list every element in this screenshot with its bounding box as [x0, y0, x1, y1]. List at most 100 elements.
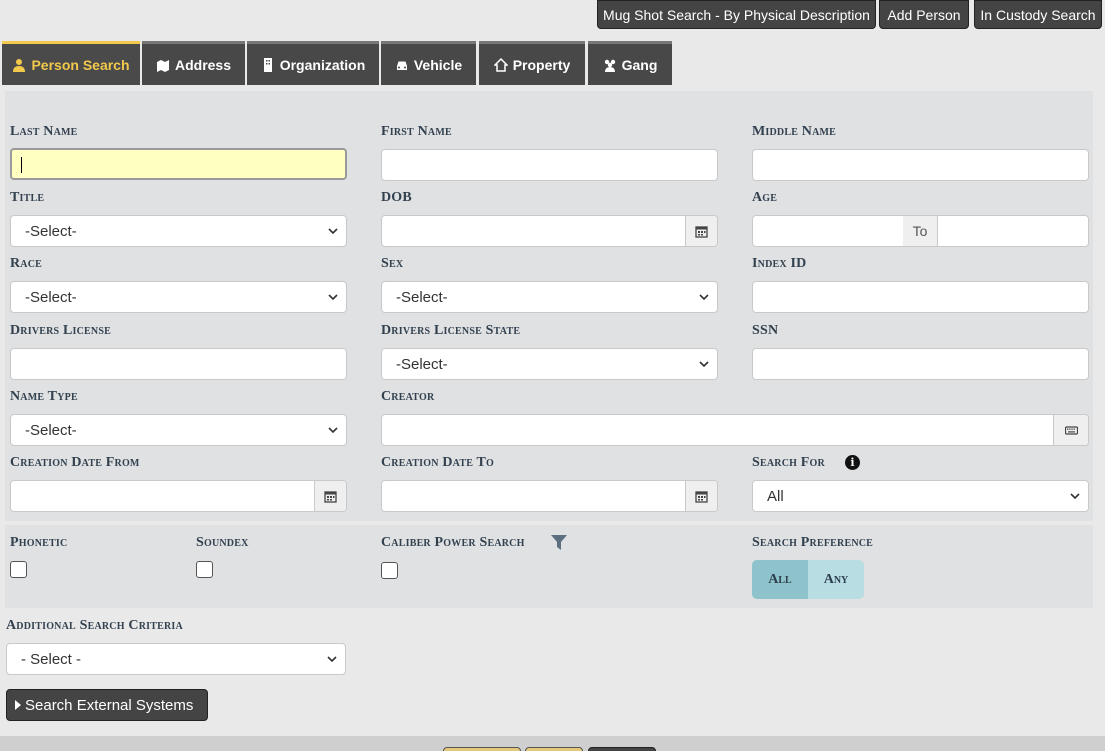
creator-label: Creator — [381, 389, 435, 404]
middle-name-input[interactable] — [752, 149, 1089, 181]
age-from-input[interactable] — [752, 215, 904, 247]
calendar-icon — [695, 490, 708, 503]
building-icon — [263, 57, 272, 72]
chevron-down-icon — [699, 294, 709, 301]
map-icon — [156, 59, 169, 72]
chevron-down-icon — [328, 427, 338, 434]
middle-name-label: Middle Name — [752, 124, 837, 139]
creation-date-to-calendar-button[interactable] — [685, 481, 717, 511]
tab-label: Vehicle — [413, 56, 463, 73]
search-for-select[interactable]: All — [752, 480, 1089, 512]
keyboard-icon — [1064, 425, 1078, 435]
creation-date-from-input[interactable] — [10, 480, 347, 512]
name-type-label: Name Type — [10, 389, 78, 404]
name-type-select-value: -Select- — [25, 421, 77, 439]
chevron-down-icon — [1070, 493, 1080, 500]
calendar-icon — [695, 225, 708, 238]
first-name-label: First Name — [381, 124, 452, 139]
chevron-down-icon — [328, 294, 338, 301]
sex-select[interactable]: -Select- — [381, 281, 718, 313]
additional-criteria-value: - Select - — [21, 650, 82, 668]
first-name-input[interactable] — [381, 149, 718, 181]
sex-label: Sex — [381, 256, 404, 271]
index-id-label: Index ID — [752, 256, 807, 271]
search-preference-toggle: All Any — [752, 560, 864, 599]
add-person-button[interactable]: Add Person — [879, 0, 969, 29]
tab-organization[interactable]: Organization — [247, 41, 379, 85]
dob-label: DOB — [381, 190, 412, 205]
drivers-license-label: Drivers License — [10, 323, 111, 338]
last-name-input[interactable] — [10, 148, 347, 180]
tab-vehicle[interactable]: Vehicle — [381, 41, 476, 85]
race-select[interactable]: -Select- — [10, 281, 347, 313]
pref-any-button[interactable]: Any — [808, 560, 864, 599]
in-custody-search-button[interactable]: In Custody Search — [974, 0, 1102, 29]
caret-right-icon — [15, 700, 21, 710]
creation-date-from-calendar-button[interactable] — [314, 481, 346, 511]
race-label: Race — [10, 256, 43, 271]
ssn-input[interactable] — [752, 348, 1089, 380]
title-select-value: -Select- — [25, 222, 77, 240]
tab-gang[interactable]: Gang — [588, 41, 672, 85]
creator-keyboard-button[interactable] — [1053, 415, 1088, 445]
pref-all-button[interactable]: All — [752, 560, 808, 599]
tab-address[interactable]: Address — [142, 41, 245, 85]
caliber-power-search-label: Caliber Power Search — [381, 535, 525, 550]
additional-search-criteria-label: Additional Search Criteria — [6, 618, 183, 633]
last-name-label: Last Name — [10, 124, 78, 139]
index-id-input[interactable] — [752, 281, 1089, 313]
tab-label: Person Search — [31, 56, 130, 73]
creation-date-from-label: Creation Date From — [10, 455, 140, 470]
property-icon — [493, 57, 508, 72]
sex-select-value: -Select- — [396, 288, 448, 306]
drivers-license-input[interactable] — [10, 348, 347, 380]
search-options-panel — [5, 525, 1093, 608]
age-to-label: To — [903, 215, 937, 247]
drivers-license-state-select[interactable]: -Select- — [381, 348, 718, 380]
search-external-systems-button[interactable]: Search External Systems — [6, 689, 208, 721]
footer-button-3[interactable] — [588, 747, 656, 751]
tab-label: Organization — [279, 56, 366, 73]
age-to-input[interactable] — [937, 215, 1089, 247]
mugshot-search-button[interactable]: Mug Shot Search - By Physical Descriptio… — [597, 0, 876, 29]
caliber-power-search-checkbox[interactable] — [381, 562, 398, 579]
race-select-value: -Select- — [25, 288, 77, 306]
dob-input[interactable] — [381, 215, 718, 247]
users-icon — [604, 59, 615, 72]
drivers-license-state-label: Drivers License State — [381, 323, 521, 338]
chevron-down-icon — [328, 228, 338, 235]
search-for-label: Search For — [752, 455, 825, 470]
filter-icon — [551, 535, 567, 550]
tab-label: Address — [174, 56, 232, 73]
footer-button-1[interactable] — [443, 747, 521, 751]
tab-label: Property — [512, 56, 571, 73]
tab-property[interactable]: Property — [479, 41, 585, 85]
search-preference-label: Search Preference — [752, 535, 874, 550]
phonetic-label: Phonetic — [10, 535, 68, 550]
external-button-label: Search External Systems — [25, 696, 194, 714]
dl-state-select-value: -Select- — [396, 355, 448, 373]
age-label: Age — [752, 190, 778, 205]
name-type-select[interactable]: -Select- — [10, 414, 347, 446]
tab-label: Gang — [621, 56, 658, 73]
soundex-label: Soundex — [196, 535, 249, 550]
info-icon[interactable]: i — [845, 455, 860, 470]
soundex-checkbox[interactable] — [196, 561, 213, 578]
creation-date-to-input[interactable] — [381, 480, 718, 512]
creation-date-to-label: Creation Date To — [381, 455, 495, 470]
person-icon — [13, 58, 26, 72]
title-label: Title — [10, 190, 45, 205]
tab-person-search[interactable]: Person Search — [2, 41, 140, 85]
car-icon — [396, 61, 407, 70]
creator-input[interactable] — [381, 414, 1089, 446]
chevron-down-icon — [699, 361, 709, 368]
calendar-icon — [324, 490, 337, 503]
footer-button-2[interactable] — [525, 747, 583, 751]
title-select[interactable]: -Select- — [10, 215, 347, 247]
phonetic-checkbox[interactable] — [10, 561, 27, 578]
dob-calendar-button[interactable] — [685, 216, 717, 246]
additional-criteria-select[interactable]: - Select - — [6, 643, 346, 675]
search-for-select-value: All — [767, 487, 784, 505]
chevron-down-icon — [327, 656, 337, 663]
ssn-label: SSN — [752, 323, 779, 338]
